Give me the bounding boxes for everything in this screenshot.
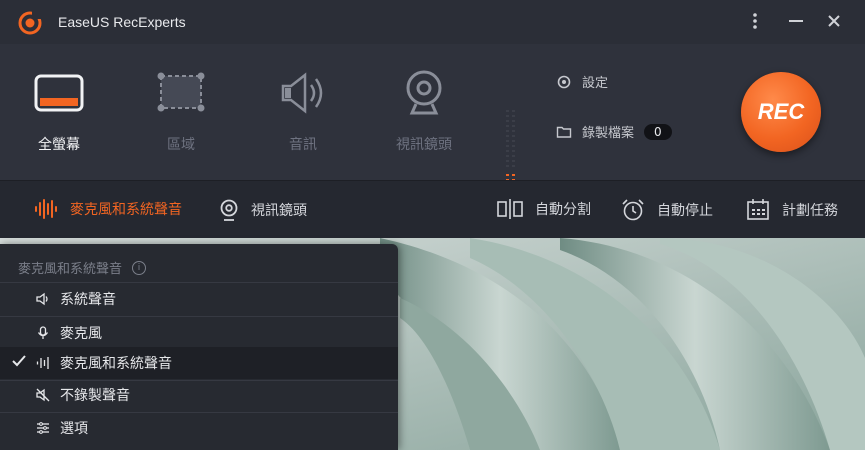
capture-toolbar: 全螢幕 區域 音訊 視訊鏡頭 設定 錄製檔案 0 REC — [0, 44, 865, 186]
checkmark-icon — [12, 355, 26, 371]
mode-fullscreen[interactable]: 全螢幕 — [9, 68, 109, 154]
close-button[interactable] — [823, 10, 845, 32]
webcam-option-label: 視訊鏡頭 — [251, 203, 307, 219]
menu-item-system-sound[interactable]: 系統聲音 — [0, 283, 398, 315]
menu-item-label: 選項 — [60, 421, 88, 437]
menu-item-options[interactable]: 選項 — [0, 412, 398, 444]
auto-stop-option[interactable]: 自動停止 — [621, 199, 713, 221]
mode-webcam[interactable]: 視訊鏡頭 — [374, 68, 474, 154]
menu-item-mic-and-system[interactable]: 麥克風和系統聲音 — [0, 347, 398, 379]
menu-item-label: 麥克風 — [60, 326, 102, 342]
speaker-icon — [36, 292, 50, 306]
speaker-icon — [281, 72, 323, 114]
split-icon — [497, 199, 523, 219]
recordings-label: 錄製檔案 — [582, 126, 635, 141]
recordings-link[interactable]: 錄製檔案 0 — [556, 122, 672, 141]
mode-label: 區域 — [167, 137, 195, 153]
menu-item-microphone[interactable]: 麥克風 — [0, 317, 398, 349]
mode-label: 視訊鏡頭 — [396, 137, 452, 153]
auto-split-option[interactable]: 自動分割 — [497, 199, 591, 219]
audio-source-menu: 麥克風和系統聲音 i 系統聲音 麥克風 麥克風和系統聲音 不錄製聲音 選項 — [0, 244, 398, 450]
folder-icon — [556, 126, 572, 138]
settings-label: 設定 — [582, 76, 609, 91]
mode-label: 全螢幕 — [38, 137, 80, 153]
mode-label: 音訊 — [289, 137, 317, 153]
audio-source-label: 麥克風和系統聲音 — [70, 202, 182, 218]
title-bar: EaseUS RecExperts — [0, 0, 865, 44]
easeus-logo-icon — [18, 11, 42, 35]
gear-icon — [557, 75, 571, 88]
region-icon — [157, 72, 205, 112]
close-icon — [828, 15, 840, 27]
schedule-label: 計劃任務 — [782, 203, 838, 219]
mode-audio[interactable]: 音訊 — [253, 68, 353, 154]
auto-stop-label: 自動停止 — [657, 203, 713, 219]
settings-link[interactable]: 設定 — [556, 72, 608, 91]
app-window: EaseUS RecExperts 全螢幕 區域 音訊 視訊鏡頭 設定 錄製檔案… — [0, 0, 865, 238]
menu-item-no-audio[interactable]: 不錄製聲音 — [0, 379, 398, 411]
auto-split-label: 自動分割 — [535, 202, 591, 218]
minimize-icon — [789, 20, 803, 22]
recordings-count-badge: 0 — [644, 123, 672, 140]
audio-wave-icon — [35, 199, 57, 219]
menu-item-label: 系統聲音 — [60, 292, 116, 308]
mute-icon — [36, 388, 50, 402]
webcam-option[interactable]: 視訊鏡頭 — [219, 199, 307, 221]
menu-header-label: 麥克風和系統聲音 — [18, 262, 123, 277]
menu-item-label: 不錄製聲音 — [60, 388, 130, 404]
options-icon — [36, 421, 50, 435]
more-menu-button[interactable] — [744, 10, 766, 32]
schedule-option[interactable]: 計劃任務 — [746, 199, 838, 221]
minimize-button[interactable] — [785, 10, 807, 32]
menu-item-label: 麥克風和系統聲音 — [60, 356, 172, 372]
webcam-icon — [406, 70, 442, 115]
info-icon[interactable]: i — [132, 260, 147, 275]
alarm-clock-icon — [622, 199, 644, 221]
audio-wave-icon — [36, 356, 50, 370]
more-vertical-icon — [753, 13, 757, 29]
rec-button[interactable]: REC — [741, 72, 821, 152]
app-title: EaseUS RecExperts — [58, 14, 186, 30]
options-bar: 麥克風和系統聲音 視訊鏡頭 自動分割 自動停止 計劃任務 — [0, 180, 865, 238]
audio-level-meter — [506, 110, 515, 186]
audio-source-dropdown[interactable]: 麥克風和系統聲音 — [34, 199, 182, 219]
microphone-icon — [36, 326, 50, 340]
webcam-icon — [220, 199, 238, 221]
calendar-icon — [747, 199, 769, 220]
mode-region[interactable]: 區域 — [131, 68, 231, 154]
fullscreen-icon — [34, 74, 84, 112]
menu-header: 麥克風和系統聲音 i — [18, 258, 147, 277]
